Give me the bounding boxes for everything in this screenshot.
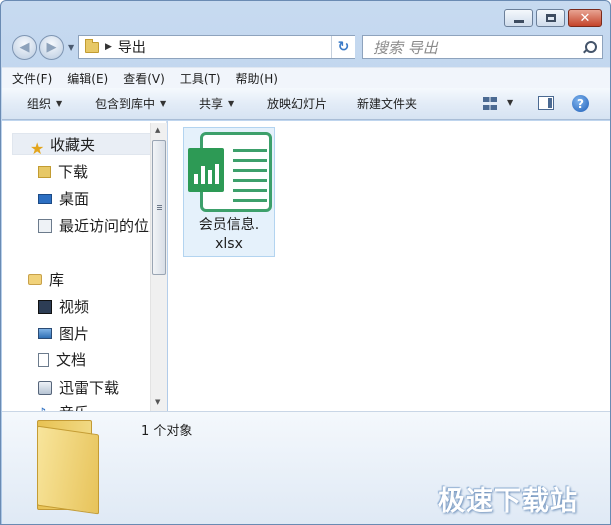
nav-pictures-label: 图片 [59, 325, 90, 343]
share-button[interactable]: 共享 ▼ [199, 95, 234, 112]
forward-button[interactable]: ▶ [39, 35, 64, 60]
document-icon [38, 352, 49, 367]
file-list-pane: 会员信息. xlsx [168, 121, 610, 411]
search-input[interactable]: 搜索 导出 [373, 37, 438, 58]
scrollbar-thumb[interactable] [152, 140, 166, 275]
menu-help[interactable]: 帮助(H) [236, 70, 278, 87]
arrow-left-icon: ◀ [19, 40, 30, 55]
menu-bar: 文件(F) 编辑(E) 查看(V) 工具(T) 帮助(H) [2, 67, 610, 88]
nav-documents[interactable]: 文档 [38, 349, 86, 370]
breadcrumb-segment[interactable]: 导出 [118, 37, 146, 57]
organize-button[interactable]: 组织 ▼ [27, 95, 62, 112]
menu-edit[interactable]: 编辑(E) [67, 70, 108, 87]
nav-music[interactable]: ♪音乐 [38, 402, 89, 411]
maximize-button[interactable] [536, 9, 565, 27]
nav-recent-label: 最近访问的位置 [59, 217, 165, 235]
minimize-button[interactable] [504, 9, 533, 27]
preview-pane-icon[interactable] [538, 96, 554, 110]
nav-pane-scrollbar[interactable]: ▲ ▼ [150, 123, 167, 411]
refresh-button[interactable]: ↻ [331, 36, 355, 58]
nav-recent[interactable]: 最近访问的位置 [38, 215, 164, 236]
view-options-dropdown-icon[interactable]: ▼ [507, 98, 513, 107]
nav-libraries-label: 库 [49, 271, 65, 289]
include-in-library-button[interactable]: 包含到库中 ▼ [95, 95, 166, 112]
grip-icon [157, 205, 162, 211]
maximize-icon [545, 14, 556, 22]
slideshow-button[interactable]: 放映幻灯片 [267, 95, 327, 112]
recent-places-icon [38, 218, 52, 233]
thunder-download-icon [38, 380, 52, 395]
caption-buttons: ✕ [501, 9, 602, 27]
file-name-line1: 会员信息. [198, 217, 260, 233]
nav-thunder[interactable]: 迅雷下载 [38, 377, 119, 398]
search-box[interactable]: 搜索 导出 [362, 35, 603, 59]
navigation-pane: ★ 收藏夹 下载 桌面 最近访问的位置 库 视频 图片 文档 迅雷下载 ♪音乐 [2, 121, 167, 411]
breadcrumb-arrow-icon[interactable]: ▶ [105, 42, 112, 52]
nav-thunder-label: 迅雷下载 [59, 379, 120, 397]
slideshow-label: 放映幻灯片 [267, 97, 328, 111]
back-button[interactable]: ◀ [12, 35, 37, 60]
nav-documents-label: 文档 [56, 351, 87, 369]
share-label: 共享 [199, 97, 224, 111]
refresh-icon: ↻ [337, 39, 350, 55]
help-icon[interactable]: ? [572, 95, 589, 112]
video-icon [38, 299, 52, 314]
pictures-icon [38, 328, 52, 339]
chevron-down-icon: ▼ [56, 99, 63, 108]
library-icon [28, 274, 42, 285]
explorer-window: ✕ ◀ ▶ ▼ ▶ 导出 ▼ ↻ 搜索 导出 文件(F) 编辑(E) 查看(V)… [0, 0, 611, 525]
nav-videos-label: 视频 [59, 298, 90, 316]
nav-pictures[interactable]: 图片 [38, 323, 89, 344]
desktop-icon [38, 193, 52, 204]
close-icon: ✕ [579, 10, 591, 26]
nav-libraries[interactable]: 库 [28, 269, 64, 290]
recent-pages-dropdown-icon[interactable]: ▼ [68, 43, 74, 52]
file-name: 会员信息. xlsx [184, 216, 274, 254]
nav-favorites[interactable]: ★ 收藏夹 [12, 133, 152, 158]
minimize-icon [513, 19, 524, 23]
change-view-icon[interactable] [483, 97, 497, 110]
nav-desktop[interactable]: 桌面 [38, 188, 89, 209]
chevron-down-icon: ▼ [160, 99, 167, 108]
folder-icon [85, 38, 99, 53]
file-name-line2: xlsx [215, 236, 243, 252]
file-item[interactable]: 会员信息. xlsx [183, 127, 275, 257]
new-folder-button[interactable]: 新建文件夹 [357, 95, 417, 112]
star-icon: ★ [30, 139, 45, 158]
nav-downloads[interactable]: 下载 [38, 161, 88, 182]
search-icon[interactable] [582, 40, 597, 54]
nav-downloads-label: 下载 [58, 163, 89, 181]
close-button[interactable]: ✕ [568, 9, 602, 27]
scroll-down-icon[interactable]: ▼ [155, 398, 160, 406]
item-count: 1 个对象 [141, 424, 193, 439]
menu-file[interactable]: 文件(F) [12, 70, 52, 87]
nav-favorites-label: 收藏夹 [50, 135, 96, 154]
menu-view[interactable]: 查看(V) [123, 70, 165, 87]
chevron-down-icon: ▼ [228, 99, 235, 108]
organize-label: 组织 [27, 97, 52, 111]
folder-icon [38, 165, 51, 178]
folder-icon [33, 414, 123, 515]
arrow-right-icon: ▶ [46, 40, 57, 55]
nav-videos[interactable]: 视频 [38, 296, 89, 317]
new-folder-label: 新建文件夹 [357, 97, 418, 111]
scroll-up-icon[interactable]: ▲ [155, 126, 160, 134]
nav-desktop-label: 桌面 [59, 190, 90, 208]
watermark: 极速下载站 [438, 486, 578, 517]
address-bar[interactable]: ▶ 导出 ▼ [78, 35, 355, 59]
include-in-library-label: 包含到库中 [95, 97, 156, 111]
excel-file-icon [188, 130, 273, 214]
menu-tools[interactable]: 工具(T) [180, 70, 221, 87]
command-bar: 组织 ▼ 包含到库中 ▼ 共享 ▼ 放映幻灯片 新建文件夹 ▼ ? [2, 88, 610, 120]
nav-music-label: 音乐 [59, 402, 89, 411]
